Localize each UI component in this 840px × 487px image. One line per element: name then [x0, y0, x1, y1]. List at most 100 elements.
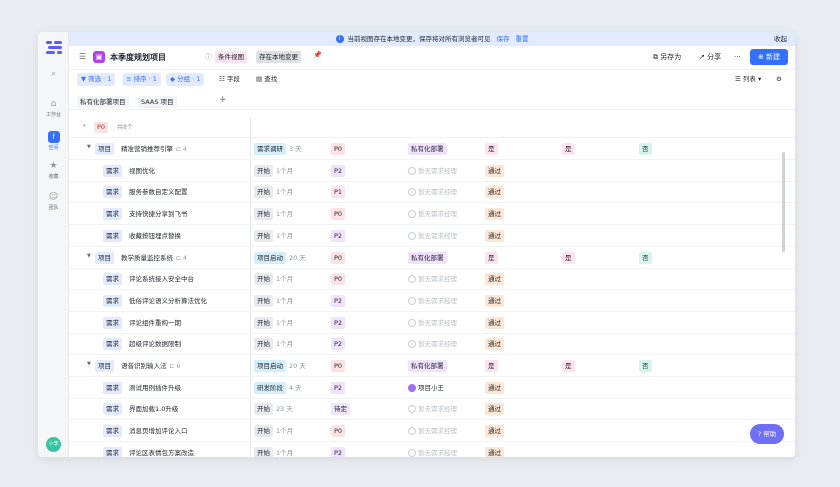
tab-private-deploy[interactable]: 私有化部署项目	[77, 96, 129, 108]
flag-cell-a[interactable]: 是	[485, 143, 498, 155]
rail-workbench[interactable]: ⌂ 工作台	[38, 99, 69, 118]
requirement-row[interactable]: 需求 评论区表情包方案改造 开始 1个月 P2 暂无需求经理 通过	[69, 442, 795, 457]
rail-team[interactable]: ☺ 团队	[38, 192, 69, 211]
view-type-tag[interactable]: 条件视图	[215, 51, 247, 63]
stage-cell[interactable]: 开始 1个月	[254, 316, 293, 329]
priority-cell[interactable]: P0	[331, 273, 346, 286]
row-title[interactable]: 评论系统接入安全中台	[129, 273, 194, 285]
status-cell[interactable]: 通过	[485, 316, 504, 329]
rail-favorites[interactable]: ★ 收藏	[38, 161, 69, 180]
owner-cell[interactable]: 暂无需求经理	[408, 338, 457, 350]
requirement-row[interactable]: 需求 消息页增加评论入口 开始 1个月 P0 暂无需求经理 通过	[69, 420, 795, 443]
priority-cell[interactable]: P2	[331, 164, 346, 177]
pin-icon[interactable]: 📌	[313, 51, 322, 59]
flag-cell-c[interactable]: 否	[639, 360, 652, 372]
search-icon[interactable]: ⌕	[38, 69, 69, 81]
priority-cell[interactable]: P1	[331, 186, 346, 199]
stage-cell[interactable]: 开始 1个月	[254, 164, 293, 177]
priority-cell[interactable]: P0	[331, 360, 346, 372]
priority-cell[interactable]: P2	[331, 381, 346, 394]
more-button[interactable]: ···	[734, 51, 741, 64]
row-title[interactable]: 消息页增加评论入口	[129, 425, 188, 437]
owner-cell[interactable]: 暂无需求经理	[408, 230, 457, 242]
status-cell[interactable]: 通过	[485, 425, 504, 438]
requirement-row[interactable]: 需求 支持快捷分享到飞书 开始 1个月 P0 暂无需求经理 通过	[69, 203, 795, 226]
row-title[interactable]: 语音识别输入法 ⊏ 6	[121, 360, 180, 373]
stage-cell[interactable]: 研发阶段 4 天	[254, 381, 302, 394]
info-circle-icon[interactable]: ⓘ	[205, 52, 212, 62]
status-cell[interactable]: 通过	[485, 446, 504, 457]
priority-cell[interactable]: 待定	[331, 403, 350, 416]
row-title[interactable]: 教学质量监控系统 ⊏ 4	[121, 252, 187, 265]
stage-cell[interactable]: 开始 1个月	[254, 425, 293, 438]
status-cell[interactable]: 通过	[485, 186, 504, 199]
owner-cell[interactable]: 暂无需求经理	[408, 165, 457, 177]
help-button[interactable]: ? 帮助	[750, 424, 784, 444]
row-title[interactable]: 精准营销推荐引擎 ⊏ 4	[121, 143, 187, 156]
banner-reset-link[interactable]: 重置	[516, 35, 529, 43]
stage-cell[interactable]: 开始 23 天	[254, 403, 293, 416]
row-title[interactable]: 界面加载1.0升级	[129, 403, 178, 415]
priority-cell[interactable]: P2	[331, 316, 346, 329]
settings-icon[interactable]: ⚙	[776, 73, 782, 86]
priority-cell[interactable]: P2	[331, 446, 346, 457]
owner-cell[interactable]: 暂无需求经理	[408, 403, 457, 415]
status-cell[interactable]: 通过	[485, 229, 504, 242]
status-cell[interactable]: 通过	[485, 338, 504, 351]
expand-icon[interactable]: ▼	[87, 144, 91, 150]
stage-cell[interactable]: 项目启动 20 天	[254, 360, 306, 372]
priority-cell[interactable]: P0	[331, 425, 346, 438]
rail-space[interactable]: f 空间	[38, 131, 69, 151]
fields-button[interactable]: ☷ 字段	[219, 73, 240, 86]
priority-cell[interactable]: P2	[331, 338, 346, 351]
stage-cell[interactable]: 开始 1个月	[254, 294, 293, 307]
row-title[interactable]: 低俗评论语义分析算法优化	[129, 295, 207, 307]
status-cell[interactable]: 通过	[485, 273, 504, 286]
add-tab-icon[interactable]: +	[219, 95, 227, 105]
view-switch-dropdown[interactable]: ☰ 列表 ▾	[735, 73, 761, 86]
requirement-row[interactable]: 需求 界面加载1.0升级 开始 23 天 待定 暂无需求经理 通过	[69, 398, 795, 421]
row-title[interactable]: 服务参数自定义配置	[129, 186, 188, 198]
requirement-row[interactable]: 需求 评论系统接入安全中台 开始 1个月 P0 暂无需求经理 通过	[69, 268, 795, 291]
requirement-row[interactable]: 需求 低俗评论语义分析算法优化 开始 1个月 P2 暂无需求经理 通过	[69, 290, 795, 312]
row-title[interactable]: 视图优化	[129, 165, 155, 177]
owner-cell[interactable]: 暂无需求经理	[408, 273, 457, 285]
stage-cell[interactable]: 开始 1个月	[254, 446, 293, 457]
row-title[interactable]: 超级评论数据限制	[129, 338, 181, 350]
find-button[interactable]: ▤ 查找	[256, 73, 277, 86]
priority-cell[interactable]: P0	[331, 251, 346, 264]
owner-cell[interactable]: 暂无需求经理	[408, 186, 457, 198]
stage-cell[interactable]: 开始 1个月	[254, 338, 293, 351]
deploy-cell[interactable]: 私有化部署	[408, 143, 447, 155]
save-as-button[interactable]: ⧉ 另存为	[653, 51, 681, 64]
stage-cell[interactable]: 项目启动 20 天	[254, 251, 306, 264]
row-title[interactable]: 评论组件重构一期	[129, 317, 181, 329]
requirement-row[interactable]: 需求 超级评论数据限制 开始 1个月 P2 暂无需求经理 通过	[69, 333, 795, 356]
requirement-row[interactable]: 需求 测试用例插件升级 研发阶段 4 天 P2 项目小王 通过	[69, 377, 795, 399]
new-button[interactable]: ⊕ 新建	[750, 49, 788, 65]
flag-cell-b[interactable]: 是	[562, 143, 575, 155]
stage-cell[interactable]: 需求调研 3 天	[254, 143, 302, 155]
vertical-scrollbar[interactable]	[782, 152, 785, 252]
owner-cell[interactable]: 项目小王	[408, 382, 444, 394]
sort-button[interactable]: ≡ 排序 · 1	[122, 73, 161, 86]
banner-save-link[interactable]: 保存	[497, 35, 510, 43]
banner-collapse-button[interactable]: 收起	[774, 32, 787, 46]
requirement-row[interactable]: 需求 视图优化 开始 1个月 P2 暂无需求经理 通过	[69, 160, 795, 182]
expand-icon[interactable]: ▼	[87, 361, 91, 367]
row-title[interactable]: 支持快捷分享到飞书	[129, 208, 188, 220]
user-avatar[interactable]: 小李	[46, 437, 61, 452]
priority-cell[interactable]: P0	[331, 208, 346, 221]
stage-cell[interactable]: 开始 1个月	[254, 273, 293, 286]
status-cell[interactable]: 通过	[485, 294, 504, 307]
deploy-cell[interactable]: 私有化部署	[408, 251, 447, 264]
deploy-cell[interactable]: 私有化部署	[408, 360, 447, 372]
priority-cell[interactable]: P0	[331, 143, 346, 155]
stage-cell[interactable]: 开始 1个月	[254, 229, 293, 242]
requirement-row[interactable]: 需求 评论组件重构一期 开始 1个月 P2 暂无需求经理 通过	[69, 312, 795, 334]
priority-cell[interactable]: P2	[331, 294, 346, 307]
expand-icon[interactable]: ▼	[87, 253, 91, 259]
tab-saas[interactable]: SAAS 项目	[138, 96, 177, 108]
owner-cell[interactable]: 暂无需求经理	[408, 208, 457, 220]
row-title[interactable]: 测试用例插件升级	[129, 382, 181, 394]
